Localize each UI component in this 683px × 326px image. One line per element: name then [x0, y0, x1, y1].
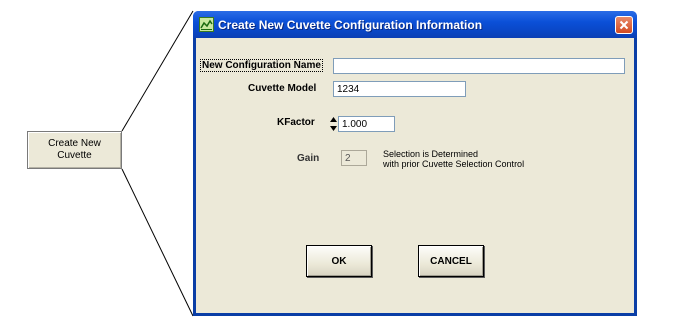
- ok-button-label: OK: [331, 255, 347, 267]
- gain-note-line2: with prior Cuvette Selection Control: [383, 159, 525, 169]
- dialog-client-area: New Configuration Name Cuvette Model KFa…: [196, 38, 634, 313]
- dialog-window: Create New Cuvette Configuration Informa…: [193, 11, 637, 316]
- callout-line-top: [121, 10, 194, 132]
- gain-label: Gain: [297, 153, 320, 164]
- callout-line-bottom: [121, 168, 194, 317]
- create-new-cuvette-label: Create New Cuvette: [48, 138, 101, 161]
- close-icon: [619, 20, 629, 30]
- config-name-label: New Configuration Name: [200, 59, 323, 72]
- create-new-cuvette-button[interactable]: Create New Cuvette: [27, 131, 122, 169]
- dialog-titlebar[interactable]: Create New Cuvette Configuration Informa…: [193, 11, 637, 38]
- chart-icon: [199, 17, 214, 32]
- kfactor-label: KFactor: [277, 117, 315, 128]
- gain-note-line1: Selection is Determined: [383, 149, 479, 159]
- screenshot-stage: Create New Cuvette Create New Cuvette Co…: [0, 0, 683, 326]
- cancel-button[interactable]: CANCEL: [418, 245, 484, 277]
- cuvette-model-label: Cuvette Model: [248, 83, 317, 94]
- ok-button[interactable]: OK: [306, 245, 372, 277]
- config-name-input[interactable]: [333, 58, 625, 74]
- kfactor-input[interactable]: [338, 116, 395, 132]
- cuvette-model-input[interactable]: [333, 81, 466, 97]
- close-button[interactable]: [615, 16, 633, 34]
- spinner-updown-icon[interactable]: [329, 116, 338, 132]
- gain-note: Selection is Determined with prior Cuvet…: [383, 149, 524, 169]
- gain-input: [341, 150, 367, 166]
- dialog-title: Create New Cuvette Configuration Informa…: [218, 17, 483, 32]
- cancel-button-label: CANCEL: [430, 255, 472, 267]
